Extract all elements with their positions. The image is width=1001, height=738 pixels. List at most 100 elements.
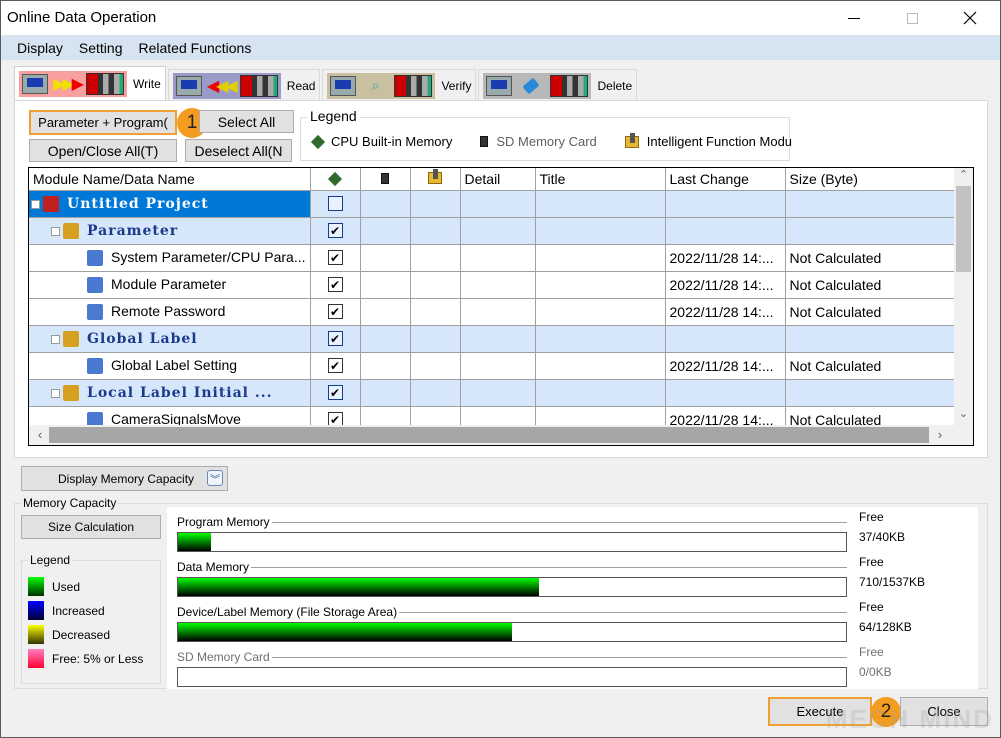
cpu-memory-checkbox[interactable]: ✔ <box>327 385 343 400</box>
row-name-cell[interactable]: Global Label Setting <box>29 352 311 380</box>
size-cell <box>785 217 956 245</box>
row-name-cell[interactable]: Module Parameter <box>29 271 311 299</box>
watermark: MECH MIND <box>825 704 994 734</box>
table-row[interactable]: Global Label ✔ <box>29 325 956 353</box>
cpu-memory-checkbox[interactable]: ✔ <box>327 223 343 238</box>
horizontal-scroll-thumb[interactable] <box>49 427 929 443</box>
expand-collapse-icon[interactable] <box>51 388 60 398</box>
title-bar: Online Data Operation <box>1 1 1000 35</box>
open-close-all-button[interactable]: Open/Close All(T) <box>29 139 177 162</box>
table-row[interactable]: Parameter ✔ <box>29 217 956 245</box>
minimize-button[interactable] <box>831 1 877 35</box>
intelligent-module-cell <box>410 244 461 272</box>
free-value: 64/128KB <box>859 620 912 634</box>
expand-collapse-icon[interactable] <box>51 334 60 344</box>
intelligent-module-cell <box>410 352 461 380</box>
cpu-memory-checkbox[interactable]: ✔ <box>327 304 343 319</box>
scroll-up-icon[interactable]: ⌃ <box>954 168 973 186</box>
row-name: Remote Password <box>111 302 226 319</box>
double-chevron-down-icon: ︾ <box>207 470 223 486</box>
row-name-cell[interactable]: Remote Password <box>29 298 311 326</box>
row-name-cell[interactable]: System Parameter/CPU Para... <box>29 244 311 272</box>
col-size[interactable]: Size (Byte) <box>785 168 956 191</box>
last-change-cell <box>665 379 786 407</box>
vertical-scroll-thumb[interactable] <box>956 186 971 272</box>
memory-usage-bar <box>177 577 847 597</box>
cpu-memory-checkbox-cell <box>310 190 361 218</box>
intelligent-module-cell <box>410 298 461 326</box>
separator-line <box>177 522 847 523</box>
deselect-all-button[interactable]: Deselect All(N <box>185 139 292 162</box>
tab-write[interactable]: ▶▶▶ Write <box>14 66 166 101</box>
size-calculation-button[interactable]: Size Calculation <box>21 515 161 539</box>
title-cell <box>535 379 666 407</box>
menu-related-functions[interactable]: Related Functions <box>131 40 260 56</box>
row-name: Parameter <box>87 222 179 239</box>
select-all-button[interactable]: Select All <box>199 110 294 133</box>
table-row[interactable]: Module Parameter ✔ 2022/11/28 14:... Not Ca… <box>29 271 956 299</box>
menu-setting[interactable]: Setting <box>71 40 131 56</box>
table-body: Untitled Project Parameter ✔ System Paramet… <box>29 190 956 434</box>
col-module-name[interactable]: Module Name/Data Name <box>29 168 311 191</box>
tab-delete[interactable]: Delete <box>478 69 638 101</box>
row-name-cell[interactable]: Parameter <box>29 217 311 245</box>
cpu-memory-checkbox[interactable]: ✔ <box>327 331 343 346</box>
cpu-memory-checkbox[interactable] <box>327 196 343 211</box>
display-memory-capacity-button[interactable]: Display Memory Capacity ︾ <box>21 466 228 491</box>
row-name-cell[interactable]: Untitled Project <box>29 190 311 218</box>
vertical-scrollbar[interactable]: ⌃ ⌄ <box>954 168 973 425</box>
table-row[interactable]: Global Label Setting ✔ 2022/11/28 14:... No… <box>29 352 956 380</box>
col-intelligent-module[interactable] <box>410 168 461 191</box>
cpu-memory-checkbox[interactable]: ✔ <box>327 277 343 292</box>
free-label: Free <box>859 600 884 614</box>
tab-verify[interactable]: ⌕ Verify <box>322 69 477 101</box>
size-cell <box>785 325 956 353</box>
expand-collapse-icon[interactable] <box>51 226 60 236</box>
cpu-memory-checkbox[interactable]: ✔ <box>327 250 343 265</box>
legend-title: Legend <box>307 108 360 124</box>
read-icon: ◀◀◀ <box>172 72 281 99</box>
memory-legend-title: Legend <box>28 553 73 567</box>
intelligent-module-cell <box>410 271 461 299</box>
memory-legend-item: Increased <box>28 601 105 620</box>
detail-cell <box>460 244 536 272</box>
table-row[interactable]: Untitled Project <box>29 190 956 218</box>
memory-legend-item: Used <box>28 577 80 596</box>
expand-collapse-icon[interactable] <box>31 199 40 209</box>
memory-bar-row: SD Memory Card Free 0/0KB <box>177 645 977 692</box>
cpu-memory-checkbox-cell: ✔ <box>310 217 361 245</box>
cpu-memory-checkbox-cell: ✔ <box>310 298 361 326</box>
scroll-right-icon[interactable]: › <box>931 427 949 442</box>
row-name-cell[interactable]: Local Label Initial ... <box>29 379 311 407</box>
sd-card-cell <box>360 379 411 407</box>
scroll-left-icon[interactable]: ‹ <box>31 427 49 442</box>
col-detail[interactable]: Detail <box>460 168 536 191</box>
col-sd-card[interactable] <box>360 168 411 191</box>
table-row[interactable]: Remote Password ✔ 2022/11/28 14:... Not Cal… <box>29 298 956 326</box>
cpu-memory-checkbox-cell: ✔ <box>310 271 361 299</box>
row-name: System Parameter/CPU Para... <box>111 248 306 265</box>
horizontal-scrollbar[interactable]: ‹ › <box>29 425 973 445</box>
close-window-button[interactable] <box>947 1 993 35</box>
legend-intelligent-module: Intelligent Function Modu <box>624 132 792 149</box>
legend-label: Decreased <box>52 627 111 642</box>
detail-cell <box>460 379 536 407</box>
col-title[interactable]: Title <box>535 168 666 191</box>
delete-icon <box>483 72 592 99</box>
cpu-memory-checkbox[interactable]: ✔ <box>327 358 343 373</box>
parameter-program-button[interactable]: Parameter + Program( <box>29 110 177 135</box>
row-name-cell[interactable]: Global Label <box>29 325 311 353</box>
last-change-cell: 2022/11/28 14:... <box>665 352 786 380</box>
scroll-down-icon[interactable]: ⌄ <box>954 407 973 425</box>
separator-line <box>177 657 847 658</box>
maximize-button[interactable] <box>889 1 935 35</box>
tab-read[interactable]: ◀◀◀ Read <box>167 69 321 101</box>
memory-bar-row: Device/Label Memory (File Storage Area) F… <box>177 600 977 647</box>
table-row[interactable]: Local Label Initial ... ✔ <box>29 379 956 407</box>
col-last-change[interactable]: Last Change <box>665 168 786 191</box>
col-cpu-memory[interactable] <box>310 168 361 191</box>
item-node-icon <box>87 304 103 321</box>
menu-display[interactable]: Display <box>9 40 71 56</box>
memory-usage-fill <box>178 623 512 641</box>
table-row[interactable]: System Parameter/CPU Para... ✔ 2022/11/28 … <box>29 244 956 272</box>
